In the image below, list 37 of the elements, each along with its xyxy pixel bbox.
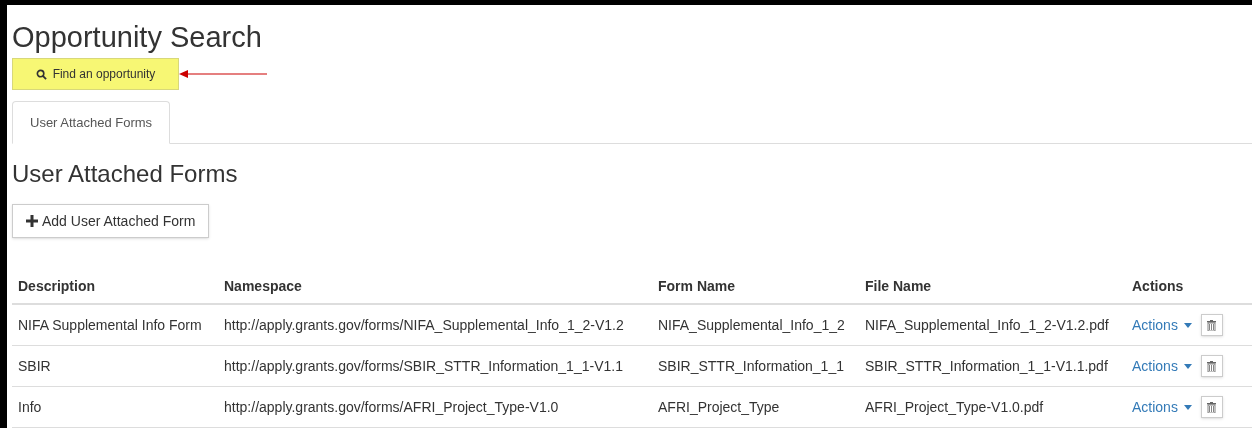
column-header: File Name	[865, 278, 932, 294]
trash-icon	[1207, 319, 1217, 331]
trash-icon	[1207, 360, 1217, 372]
table-cell: NIFA Supplemental Info Form	[18, 316, 202, 333]
table-cell: SBIR_STTR_Information_1_1	[658, 357, 844, 374]
trash-icon	[1207, 401, 1217, 413]
find-opportunity-button[interactable]: Find an opportunity	[12, 58, 179, 90]
tab[interactable]: User Attached Forms	[12, 101, 171, 144]
table-cell: SBIR_STTR_Information_1_1-V1.1.pdf	[865, 357, 1108, 374]
caret-icon	[1183, 404, 1192, 410]
arrow-icon	[179, 70, 267, 78]
section-title: User Attached Forms	[12, 162, 238, 186]
column-header: Namespace	[224, 278, 302, 294]
table-cell: SBIR	[18, 357, 51, 374]
table-cell: AFRI_Project_Type-V1.0.pdf	[865, 398, 1044, 415]
actions-dropdown[interactable]: Actions	[1132, 396, 1192, 418]
delete-button[interactable]	[1200, 396, 1223, 418]
page-title: Opportunity Search	[12, 23, 262, 52]
plus-icon	[26, 215, 38, 227]
table-cell: http://apply.grants.gov/forms/NIFA_Supplemental_Info_1_2-V1.2	[224, 316, 624, 333]
column-header: Description	[18, 278, 95, 294]
table-cell: NIFA_Supplemental_Info_1_2-V1.2.pdf	[865, 316, 1109, 333]
column-header: Form Name	[658, 278, 736, 294]
actions-dropdown[interactable]: Actions	[1132, 314, 1192, 336]
caret-icon	[1183, 363, 1192, 369]
table-cell: AFRI_Project_Type	[658, 398, 780, 415]
actions-dropdown[interactable]: Actions	[1132, 355, 1192, 377]
search-icon	[35, 68, 47, 80]
delete-button[interactable]	[1200, 314, 1223, 336]
table-cell: NIFA_Supplemental_Info_1_2	[658, 316, 845, 333]
column-header: Actions	[1132, 278, 1184, 294]
table-cell: http://apply.grants.gov/forms/AFRI_Project_Type-V1.0	[224, 398, 559, 415]
table-cell: http://apply.grants.gov/forms/SBIR_STTR_Information_1_1-V1.1	[224, 357, 623, 374]
delete-button[interactable]	[1200, 355, 1223, 377]
add-form-button[interactable]: Add User Attached Form	[12, 204, 210, 238]
table-cell: Info	[18, 398, 42, 415]
caret-icon	[1183, 322, 1192, 328]
